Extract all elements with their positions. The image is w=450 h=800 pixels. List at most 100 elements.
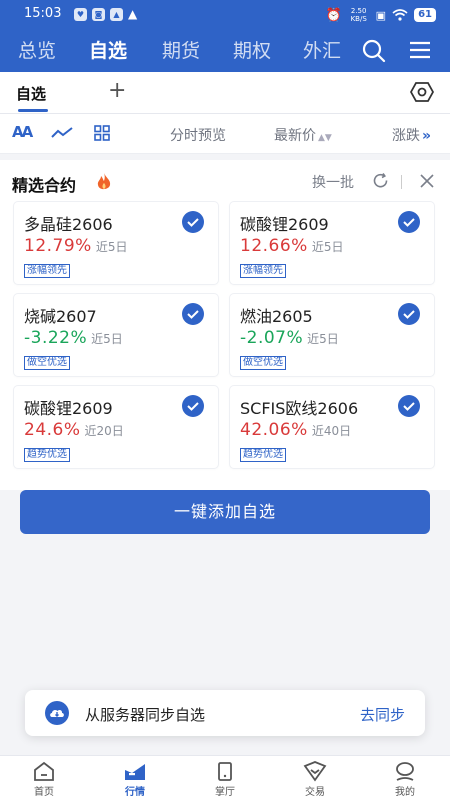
go-sync-button[interactable]: 去同步 [360, 704, 405, 725]
check-icon[interactable] [398, 303, 420, 325]
sync-banner: 从服务器同步自选 去同步 [25, 690, 425, 736]
home-icon [34, 761, 54, 781]
status-time: 15:03 [24, 6, 62, 21]
period-label: 近5日 [95, 240, 128, 254]
status-bar: 15:03 ♥ ◙ ▲ ▲ ⏰ 2.50 KB/S ▣ 61 [0, 0, 450, 30]
pct-value: -2.07% [240, 328, 304, 348]
wifi-icon [392, 9, 408, 21]
change-percent: -2.07% 近5日 [240, 328, 339, 348]
nav-hall[interactable]: 掌厅 [195, 760, 255, 798]
close-icon[interactable] [418, 172, 436, 194]
trend-line-icon[interactable] [50, 124, 74, 146]
contract-card[interactable]: 燃油2605 -2.07% 近5日 做空优选 [230, 294, 434, 376]
column-header-price[interactable]: 最新价 ▲▼ [274, 125, 332, 145]
search-icon[interactable] [361, 38, 387, 68]
add-group-icon[interactable]: + [108, 78, 126, 103]
contract-tag: 趋势优选 [24, 448, 70, 462]
period-label: 近5日 [307, 332, 339, 346]
contract-name: 多晶硅2606 [24, 215, 113, 234]
sort-icon: ▲▼ [318, 133, 332, 143]
nav-mine[interactable]: 我的 [375, 760, 435, 798]
nav-home[interactable]: 首页 [14, 760, 74, 798]
cloud-download-icon [45, 701, 69, 725]
divider [401, 175, 402, 189]
change-percent: 12.66% 近5日 [240, 236, 343, 256]
featured-contracts-panel: 精选合约 换一批 多晶硅2606 12.79% 近5日 涨幅领先 碳酸锂2609 … [0, 160, 450, 490]
tab-forex[interactable]: 外汇 [303, 36, 341, 63]
period-label: 近5日 [311, 240, 344, 254]
contract-tag: 做空优选 [240, 356, 286, 370]
swap-batch-button[interactable]: 换一批 [312, 172, 354, 192]
contract-card[interactable]: SCFIS欧线2606 42.06% 近40日 趋势优选 [230, 386, 434, 468]
gallery-notification-icon: ▲ [110, 8, 123, 21]
group-tab-watchlist[interactable]: 自选 [16, 83, 46, 104]
font-size-toggle[interactable]: AA [12, 123, 33, 141]
check-icon[interactable] [182, 303, 204, 325]
nav-market[interactable]: 行情 [105, 760, 165, 798]
check-icon[interactable] [398, 211, 420, 233]
check-icon[interactable] [398, 395, 420, 417]
contract-card[interactable]: 多晶硅2606 12.79% 近5日 涨幅领先 [14, 202, 218, 284]
contract-tag: 涨幅领先 [240, 264, 286, 278]
contract-name: 燃油2605 [240, 307, 313, 326]
period-label: 近5日 [91, 332, 123, 346]
column-header-preview[interactable]: 分时预览 [170, 125, 226, 145]
contract-name: 烧碱2607 [24, 307, 97, 326]
pct-value: 12.79% [24, 236, 92, 256]
check-icon[interactable] [182, 211, 204, 233]
contract-tag: 涨幅领先 [24, 264, 70, 278]
nav-trade[interactable]: 交易 [285, 760, 345, 798]
pct-value: 42.06% [240, 420, 308, 440]
fire-icon [96, 172, 112, 196]
app-notification-icon: ◙ [92, 8, 105, 21]
contract-card[interactable]: 碳酸锂2609 12.66% 近5日 涨幅领先 [230, 202, 434, 284]
contract-tag: 做空优选 [24, 356, 70, 370]
change-label: 涨跌 [392, 128, 420, 144]
warning-icon: ▲ [128, 7, 138, 21]
pct-value: 24.6% [24, 420, 81, 440]
tab-futures[interactable]: 期货 [162, 36, 200, 63]
price-label: 最新价 [274, 128, 316, 144]
active-tab-indicator [18, 109, 48, 112]
nav-trade-label: 交易 [305, 787, 325, 798]
tab-options[interactable]: 期权 [233, 36, 271, 63]
tab-overview[interactable]: 总览 [18, 36, 56, 63]
grid-view-icon[interactable] [93, 124, 111, 146]
nav-mine-label: 我的 [395, 787, 415, 798]
market-chart-icon [125, 764, 145, 780]
pct-value: 12.66% [240, 236, 308, 256]
double-chevron-right-icon: » [422, 128, 432, 144]
heart-notification-icon: ♥ [74, 8, 87, 21]
bottom-navigation: 首页 行情 掌厅 交易 我的 [0, 755, 450, 800]
menu-icon[interactable] [408, 40, 432, 64]
change-percent: -3.22% 近5日 [24, 328, 123, 348]
change-percent: 24.6% 近20日 [24, 420, 124, 440]
pct-value: -3.22% [24, 328, 88, 348]
watchlist-group-bar: 自选 + [0, 72, 450, 114]
contract-card[interactable]: 碳酸锂2609 24.6% 近20日 趋势优选 [14, 386, 218, 468]
panel-title: 精选合约 [12, 176, 77, 195]
contract-card[interactable]: 烧碱2607 -3.22% 近5日 做空优选 [14, 294, 218, 376]
add-to-watchlist-button[interactable]: 一键添加自选 [20, 490, 430, 534]
contract-name: 碳酸锂2609 [240, 215, 329, 234]
sync-message: 从服务器同步自选 [85, 706, 206, 724]
nav-hall-label: 掌厅 [215, 787, 235, 798]
alarm-icon: ⏰ [325, 7, 342, 23]
change-percent: 42.06% 近40日 [240, 420, 351, 440]
check-icon[interactable] [182, 395, 204, 417]
battery-indicator: 61 [414, 8, 436, 22]
top-navigation: 总览 自选 期货 期权 外汇 [0, 30, 450, 72]
period-label: 近20日 [84, 424, 124, 438]
refresh-icon[interactable] [372, 172, 390, 194]
list-toolbar: AA 分时预览 最新价 ▲▼ 涨跌» [0, 114, 450, 154]
nav-home-label: 首页 [34, 787, 54, 798]
settings-hex-icon[interactable] [409, 81, 435, 107]
column-header-change[interactable]: 涨跌» [392, 125, 431, 145]
tab-watchlist[interactable]: 自选 [89, 36, 127, 63]
change-percent: 12.79% 近5日 [24, 236, 127, 256]
nav-market-label: 行情 [125, 787, 145, 798]
profile-icon [396, 762, 414, 781]
screen-icon: ▣ [375, 8, 387, 22]
contract-tag: 趋势优选 [240, 448, 286, 462]
mobile-hall-icon [218, 762, 232, 781]
